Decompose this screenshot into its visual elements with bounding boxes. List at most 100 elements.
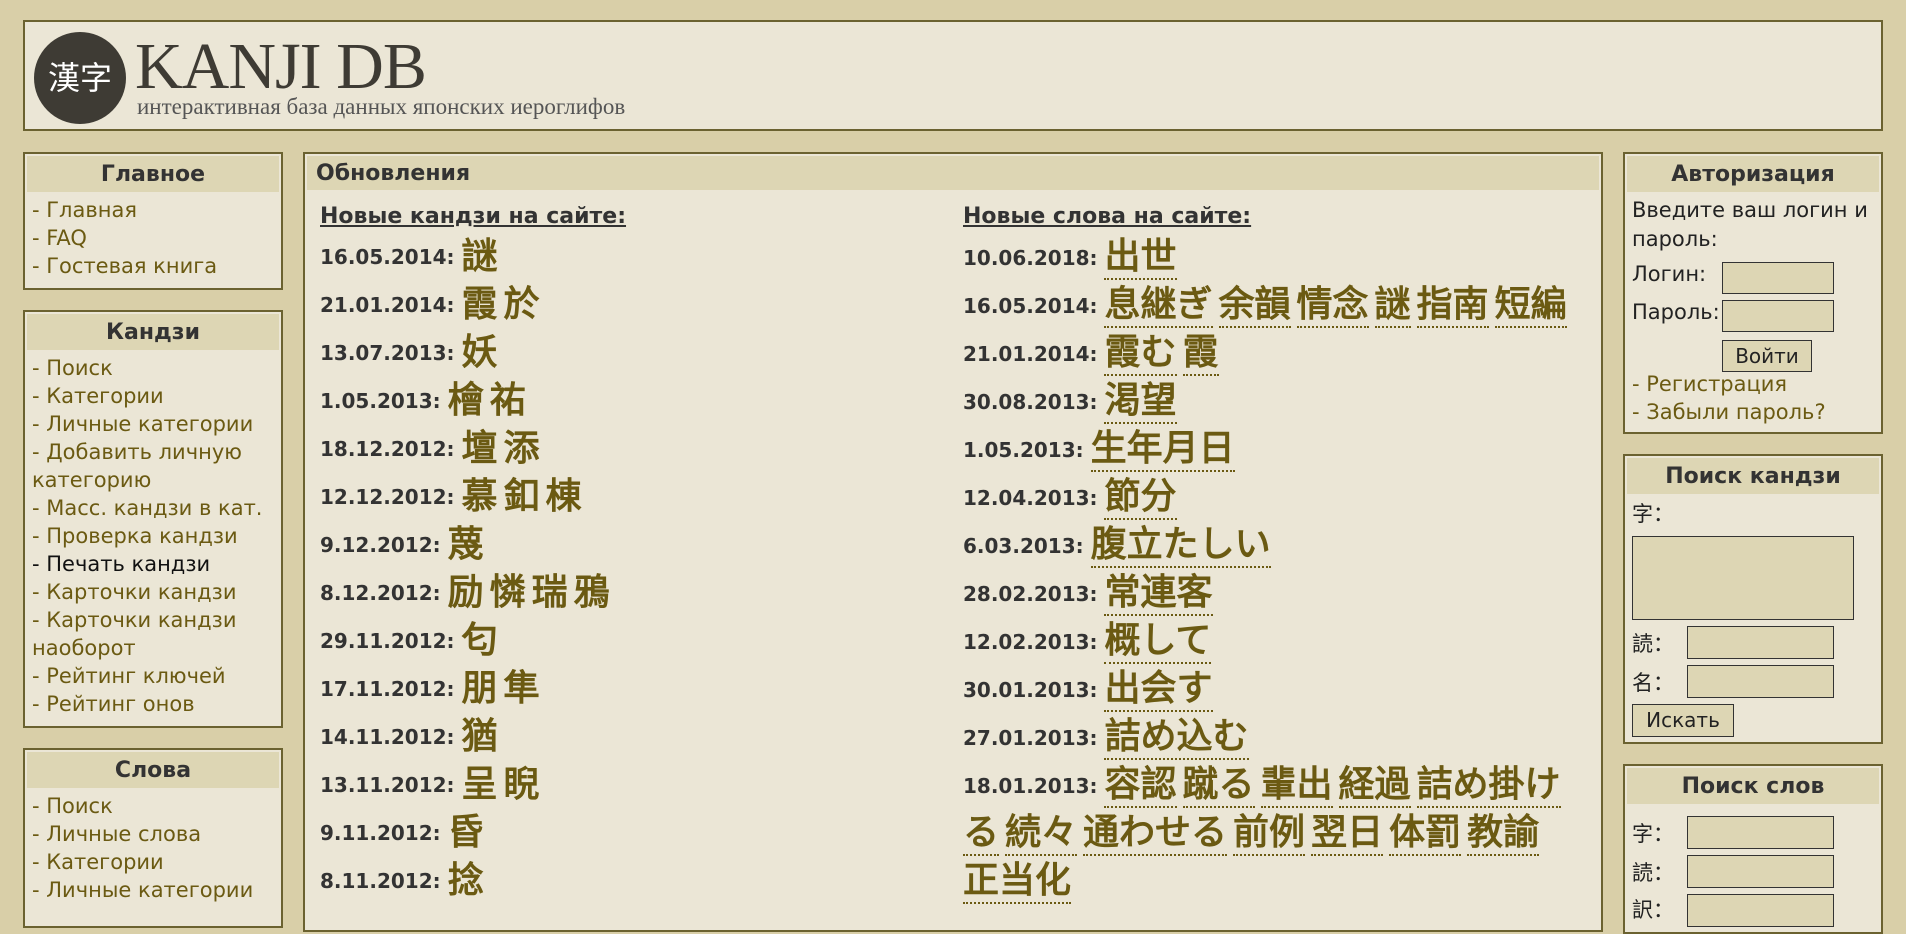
- login-button[interactable]: Войти: [1722, 340, 1812, 372]
- word-link[interactable]: 息継ぎ: [1104, 284, 1213, 328]
- word-row: 21.01.2014: 霞む霞: [963, 332, 1225, 376]
- word-link[interactable]: 余韻: [1218, 284, 1291, 328]
- word-link[interactable]: 蹴る: [1182, 764, 1255, 808]
- word-link[interactable]: 腹立たしい: [1090, 524, 1271, 568]
- word-link[interactable]: 概して: [1104, 620, 1212, 664]
- sidebar-item-kanji-cards-reverse[interactable]: - Карточки кандзи наоборот: [32, 606, 274, 662]
- sidebar-item-kanji-search[interactable]: - Поиск: [32, 354, 274, 382]
- sidebar-item-kanji-print[interactable]: - Печать кандзи: [32, 550, 274, 578]
- kanji-link[interactable]: 釦: [504, 476, 540, 518]
- word-row: 30.08.2013: 渇望: [963, 380, 1183, 424]
- kanji-search-button[interactable]: Искать: [1632, 704, 1734, 737]
- auth-prompt: Введите ваш логин и пароль:: [1632, 198, 1868, 251]
- sidebar-item-kanji-add-category[interactable]: - Добавить личную категорию: [32, 438, 274, 494]
- kanji-link[interactable]: 猶: [461, 716, 497, 758]
- word-link[interactable]: 短編: [1494, 284, 1567, 328]
- word-link[interactable]: 続々: [1005, 812, 1078, 856]
- word-link[interactable]: 謎: [1374, 284, 1411, 328]
- word-reading-input[interactable]: [1687, 855, 1834, 888]
- kanji-link[interactable]: 檜: [448, 380, 484, 422]
- sidebar-item-kanji-categories[interactable]: - Категории: [32, 382, 274, 410]
- word-link[interactable]: 渇望: [1104, 380, 1177, 424]
- password-input[interactable]: [1722, 300, 1834, 332]
- sidebar-words-panel: Слова - Поиск - Личные слова - Категории…: [23, 748, 283, 928]
- sidebar-item-kanji-mass[interactable]: - Масс. кандзи в кат.: [32, 494, 274, 522]
- kanji-link[interactable]: 励: [448, 572, 484, 614]
- word-link[interactable]: 詰め掛け: [1416, 764, 1561, 808]
- kanji-date: 13.07.2013:: [320, 341, 462, 365]
- register-link[interactable]: - Регистрация: [1632, 372, 1787, 396]
- word-link[interactable]: 指南: [1416, 284, 1489, 328]
- word-link[interactable]: 詰め込む: [1104, 716, 1249, 760]
- word-link[interactable]: 経過: [1338, 764, 1411, 808]
- kanji-link[interactable]: 霞: [461, 284, 497, 326]
- logo-icon[interactable]: 漢字: [34, 32, 126, 124]
- word-row: 10.06.2018: 出世: [963, 236, 1183, 280]
- word-link[interactable]: 輩出: [1260, 764, 1333, 808]
- kanji-char-input[interactable]: [1632, 536, 1854, 620]
- word-link[interactable]: 容認: [1104, 764, 1177, 808]
- word-link[interactable]: る: [963, 812, 1000, 856]
- kanji-link[interactable]: 憐: [490, 572, 526, 614]
- kanji-link[interactable]: 捻: [448, 860, 484, 902]
- word-link[interactable]: 節分: [1104, 476, 1177, 520]
- word-char-label: 字：: [1632, 822, 1674, 846]
- login-input[interactable]: [1722, 262, 1834, 294]
- sidebar-item-faq[interactable]: - FAQ: [32, 224, 274, 252]
- word-row: 18.01.2013: 容認 蹴る 輩出 経過 詰め掛け: [963, 764, 1567, 808]
- kanji-link[interactable]: 棟: [546, 476, 582, 518]
- word-link[interactable]: 体罰: [1389, 812, 1462, 856]
- word-translation-input[interactable]: [1687, 894, 1834, 927]
- kanji-date: 16.05.2014:: [320, 245, 462, 269]
- sidebar-item-words-search[interactable]: - Поиск: [32, 792, 274, 820]
- kanji-reading-input[interactable]: [1687, 626, 1834, 659]
- kanji-link[interactable]: 祐: [490, 380, 526, 422]
- sidebar-item-kanji-cards[interactable]: - Карточки кандзи: [32, 578, 274, 606]
- kanji-link[interactable]: 謎: [461, 236, 497, 278]
- word-link[interactable]: 正当化: [963, 860, 1072, 904]
- word-link[interactable]: 情念: [1296, 284, 1369, 328]
- word-link[interactable]: 教諭: [1467, 812, 1540, 856]
- kanji-link[interactable]: 添: [504, 428, 540, 470]
- kanji-link[interactable]: 呈: [461, 764, 497, 806]
- kanji-link[interactable]: 匂: [461, 620, 497, 662]
- word-link[interactable]: 生年月日: [1090, 428, 1235, 472]
- kanji-link[interactable]: 慕: [461, 476, 497, 518]
- sidebar-item-kanji-personal-categories[interactable]: - Личные категории: [32, 410, 274, 438]
- sidebar-main-title: Главное: [27, 156, 279, 192]
- sidebar-item-radical-rating[interactable]: - Рейтинг ключей: [32, 662, 274, 690]
- word-date: 16.05.2014:: [963, 294, 1105, 318]
- kanji-link[interactable]: 朋: [461, 668, 497, 710]
- sidebar-item-words-categories[interactable]: - Категории: [32, 848, 274, 876]
- word-link[interactable]: 前例: [1233, 812, 1306, 856]
- forgot-password-link[interactable]: - Забыли пароль?: [1632, 400, 1826, 424]
- kanji-link[interactable]: 壇: [461, 428, 497, 470]
- kanji-link[interactable]: 於: [504, 284, 540, 326]
- word-link[interactable]: 翌日: [1311, 812, 1384, 856]
- kanji-link[interactable]: 鴉: [574, 572, 610, 614]
- word-link[interactable]: 常連客: [1104, 572, 1213, 616]
- sidebar-item-on-rating[interactable]: - Рейтинг онов: [32, 690, 274, 718]
- sidebar-item-personal-words[interactable]: - Личные слова: [32, 820, 274, 848]
- word-date: 28.02.2013:: [963, 582, 1105, 606]
- word-char-input[interactable]: [1687, 816, 1834, 849]
- word-link[interactable]: 霞: [1182, 332, 1219, 376]
- word-row: 正当化: [963, 860, 1077, 904]
- kanji-link[interactable]: 昏: [448, 812, 484, 854]
- sidebar-item-words-personal-categories[interactable]: - Личные категории: [32, 876, 274, 904]
- word-link[interactable]: 出世: [1104, 236, 1177, 280]
- word-date: 6.03.2013:: [963, 534, 1091, 558]
- site-title[interactable]: KANJI DB: [135, 30, 427, 104]
- kanji-link[interactable]: 瑞: [532, 572, 568, 614]
- kanji-link[interactable]: 蔑: [448, 524, 484, 566]
- kanji-name-input[interactable]: [1687, 665, 1834, 698]
- word-link[interactable]: 霞む: [1104, 332, 1177, 376]
- word-link[interactable]: 通わせる: [1083, 812, 1228, 856]
- kanji-link[interactable]: 隼: [504, 668, 540, 710]
- sidebar-item-home[interactable]: - Главная: [32, 196, 274, 224]
- word-link[interactable]: 出会す: [1104, 668, 1213, 712]
- kanji-link[interactable]: 妖: [461, 332, 497, 374]
- kanji-link[interactable]: 睨: [504, 764, 540, 806]
- sidebar-item-kanji-check[interactable]: - Проверка кандзи: [32, 522, 274, 550]
- sidebar-item-guestbook[interactable]: - Гостевая книга: [32, 252, 274, 280]
